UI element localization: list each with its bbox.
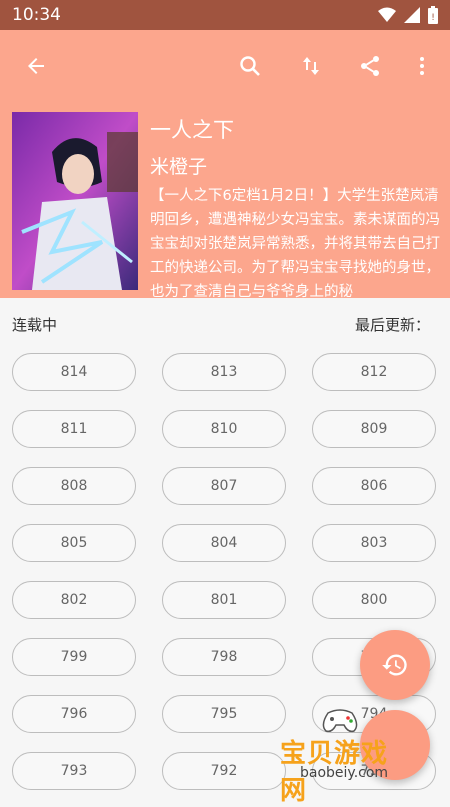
chapter-button[interactable]: 812 — [312, 353, 436, 391]
chapter-button[interactable]: 811 — [12, 410, 136, 448]
chapter-button[interactable]: 801 — [162, 581, 286, 619]
sort-button[interactable] — [289, 44, 333, 88]
chapter-button[interactable]: 814 — [12, 353, 136, 391]
chapter-button[interactable]: 799 — [12, 638, 136, 676]
watermark: 宝贝游戏网 baobeiy.com — [270, 705, 400, 806]
signal-icon — [404, 7, 420, 23]
chapter-button[interactable]: 807 — [162, 467, 286, 505]
gamepad-icon — [322, 709, 358, 733]
chapter-button[interactable]: 806 — [312, 467, 436, 505]
history-fab[interactable] — [360, 630, 430, 700]
chapter-button[interactable]: 800 — [312, 581, 436, 619]
share-icon — [361, 56, 379, 76]
book-author: 米橙子 — [150, 156, 208, 178]
chapter-button[interactable]: 810 — [162, 410, 286, 448]
chapter-button[interactable]: 793 — [12, 752, 136, 790]
book-description: 【一人之下6定档1月2日！】大学生张楚岚清明回乡，遭遇神秘少女冯宝宝。素未谋面的… — [150, 188, 440, 298]
chapter-button[interactable]: 798 — [162, 638, 286, 676]
chapter-button[interactable]: 804 — [162, 524, 286, 562]
chapter-button[interactable]: 795 — [162, 695, 286, 733]
share-button[interactable] — [348, 44, 392, 88]
svg-text:!: ! — [431, 13, 435, 23]
book-cover[interactable] — [12, 112, 138, 290]
status-bar: 10:34 ! — [0, 0, 450, 30]
more-button[interactable] — [400, 44, 444, 88]
chapter-button[interactable]: 802 — [12, 581, 136, 619]
book-title: 一人之下 — [150, 118, 234, 142]
chapter-button[interactable]: 809 — [312, 410, 436, 448]
status-row: 连载中 最后更新： — [0, 298, 450, 348]
chapter-button[interactable]: 813 — [162, 353, 286, 391]
chapter-button[interactable]: 792 — [162, 752, 286, 790]
chapter-button[interactable]: 803 — [312, 524, 436, 562]
serial-status: 连载中 — [12, 316, 58, 334]
wifi-icon — [378, 7, 396, 22]
watermark-url: baobeiy.com — [300, 765, 389, 781]
status-time: 10:34 — [12, 5, 61, 25]
more-vert-icon — [420, 57, 424, 75]
sort-icon — [303, 57, 319, 75]
search-icon — [240, 56, 260, 76]
search-button[interactable] — [228, 44, 272, 88]
history-icon — [382, 654, 407, 676]
status-icons: ! — [378, 6, 438, 24]
last-update-label: 最后更新： — [354, 316, 430, 334]
back-button[interactable] — [14, 44, 58, 88]
chapter-button[interactable]: 796 — [12, 695, 136, 733]
chapter-button[interactable]: 808 — [12, 467, 136, 505]
chapter-button[interactable]: 805 — [12, 524, 136, 562]
arrow-back-icon — [28, 58, 44, 74]
battery-icon: ! — [428, 6, 438, 24]
toolbar — [0, 30, 450, 102]
book-header: 一人之下 米橙子 【一人之下6定档1月2日！】大学生张楚岚清明回乡，遭遇神秘少女… — [0, 102, 450, 298]
